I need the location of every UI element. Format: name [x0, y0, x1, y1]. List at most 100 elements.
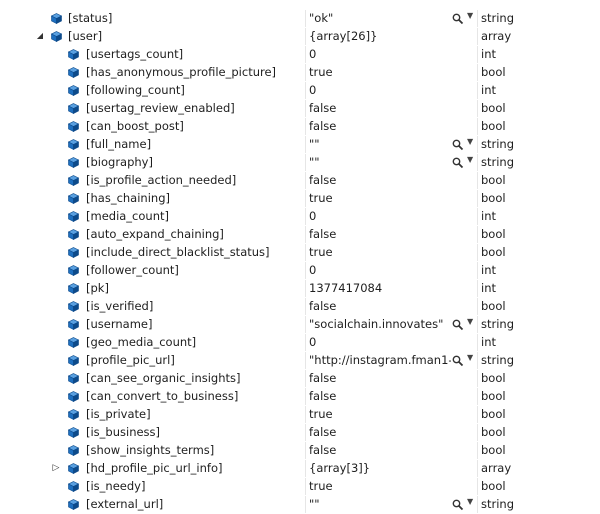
text-visualizer-button[interactable]: ▼	[452, 11, 476, 25]
column-divider	[305, 478, 306, 495]
expand-toggle-expanded-icon[interactable]: ◢	[35, 31, 45, 41]
field-value[interactable]: false	[309, 299, 451, 313]
field-value[interactable]: ""	[309, 497, 451, 511]
field-icon	[68, 499, 79, 510]
field-value[interactable]: 0	[309, 263, 451, 277]
watch-row[interactable]: [following_count] 0 int	[0, 82, 600, 100]
field-type: int	[481, 281, 496, 295]
watch-row[interactable]: [is_private] true bool	[0, 406, 600, 424]
watch-row[interactable]: [is_verified] false bool	[0, 298, 600, 316]
watch-row[interactable]: [biography] "" ▼ string	[0, 154, 600, 172]
field-value[interactable]: ""	[309, 155, 451, 169]
field-value[interactable]: false	[309, 119, 451, 133]
column-divider	[305, 370, 306, 387]
watch-row[interactable]: [profile_pic_url] "http://instagram.fman1…	[0, 352, 600, 370]
field-value[interactable]: "ok"	[309, 11, 451, 25]
magnifier-icon	[452, 13, 464, 25]
field-icon	[68, 265, 79, 276]
watch-row[interactable]: [geo_media_count] 0 int	[0, 334, 600, 352]
column-divider	[305, 208, 306, 225]
field-value[interactable]: false	[309, 389, 451, 403]
watch-row[interactable]: [is_profile_action_needed] false bool	[0, 172, 600, 190]
watch-row[interactable]: ◢ [user] {array[26]} array	[0, 28, 600, 46]
column-divider	[305, 118, 306, 135]
watch-row[interactable]: [follower_count] 0 int	[0, 262, 600, 280]
watch-row[interactable]: [usertag_review_enabled] false bool	[0, 100, 600, 118]
field-value[interactable]: false	[309, 227, 451, 241]
field-value[interactable]: {array[26]}	[309, 29, 451, 43]
watch-row[interactable]: [is_needy] true bool	[0, 478, 600, 496]
watch-row[interactable]: [show_insights_terms] false bool	[0, 442, 600, 460]
watch-row[interactable]: [has_anonymous_profile_picture] true bool	[0, 64, 600, 82]
watch-row[interactable]: [username] "socialchain.innovates" ▼ string	[0, 316, 600, 334]
field-icon	[68, 355, 79, 366]
field-value[interactable]: 0	[309, 47, 451, 61]
field-icon	[68, 175, 79, 186]
text-visualizer-button[interactable]: ▼	[452, 155, 476, 169]
watch-row[interactable]: [include_direct_blacklist_status] true boo…	[0, 244, 600, 262]
column-divider	[477, 280, 478, 297]
field-value[interactable]: {array[3]}	[309, 461, 451, 475]
field-value[interactable]: false	[309, 101, 451, 115]
text-visualizer-button[interactable]: ▼	[452, 317, 476, 331]
field-value[interactable]: false	[309, 371, 451, 385]
field-value[interactable]: ""	[309, 137, 451, 151]
watch-row[interactable]: [status] "ok" ▼ string	[0, 10, 600, 28]
field-name: [has_anonymous_profile_picture]	[86, 65, 277, 79]
field-icon	[68, 229, 79, 240]
watch-row[interactable]: [external_url] "" ▼ string	[0, 496, 600, 514]
field-icon	[68, 463, 79, 474]
text-visualizer-button[interactable]: ▼	[452, 353, 476, 367]
watch-row[interactable]: [full_name] "" ▼ string	[0, 136, 600, 154]
column-divider	[305, 424, 306, 441]
watch-row[interactable]: [pk] 1377417084 int	[0, 280, 600, 298]
field-value[interactable]: true	[309, 191, 451, 205]
watch-row[interactable]: [usertags_count] 0 int	[0, 46, 600, 64]
field-value[interactable]: "socialchain.innovates"	[309, 317, 451, 331]
field-type: bool	[481, 245, 506, 259]
field-type: int	[481, 209, 496, 223]
field-value[interactable]: 1377417084	[309, 281, 451, 295]
field-value[interactable]: "http://instagram.fman1-1	[309, 353, 451, 367]
watch-row[interactable]: [is_business] false bool	[0, 424, 600, 442]
field-value[interactable]: false	[309, 173, 451, 187]
column-divider	[305, 460, 306, 477]
field-value[interactable]: false	[309, 443, 451, 457]
column-divider	[305, 46, 306, 63]
column-divider	[305, 64, 306, 81]
field-value[interactable]: 0	[309, 335, 451, 349]
field-type: bool	[481, 299, 506, 313]
field-value[interactable]: true	[309, 245, 451, 259]
column-divider	[305, 190, 306, 207]
field-icon	[68, 373, 79, 384]
field-name: [usertags_count]	[86, 47, 184, 61]
field-value[interactable]: 0	[309, 83, 451, 97]
watch-row[interactable]: [can_see_organic_insights] false bool	[0, 370, 600, 388]
field-icon	[68, 121, 79, 132]
magnifier-icon	[452, 139, 464, 151]
watch-row[interactable]: [has_chaining] true bool	[0, 190, 600, 208]
watch-row[interactable]: [can_convert_to_business] false bool	[0, 388, 600, 406]
chevron-down-icon: ▼	[467, 11, 474, 20]
field-icon	[68, 67, 79, 78]
field-value[interactable]: 0	[309, 209, 451, 223]
watch-row[interactable]: [media_count] 0 int	[0, 208, 600, 226]
column-divider	[477, 172, 478, 189]
watch-row[interactable]: [auto_expand_chaining] false bool	[0, 226, 600, 244]
watch-row[interactable]: ▷ [hd_profile_pic_url_info] {array[3]} arra…	[0, 460, 600, 478]
field-type: bool	[481, 443, 506, 457]
field-value[interactable]: true	[309, 479, 451, 493]
field-value[interactable]: true	[309, 65, 451, 79]
expand-toggle-collapsed-icon[interactable]: ▷	[51, 463, 61, 473]
field-value[interactable]: false	[309, 425, 451, 439]
column-divider	[477, 226, 478, 243]
watch-row[interactable]: [can_boost_post] false bool	[0, 118, 600, 136]
field-value[interactable]: true	[309, 407, 451, 421]
column-divider	[305, 316, 306, 333]
field-icon	[68, 85, 79, 96]
text-visualizer-button[interactable]: ▼	[452, 497, 476, 511]
text-visualizer-button[interactable]: ▼	[452, 137, 476, 151]
field-type: string	[481, 353, 515, 367]
field-type: int	[481, 335, 496, 349]
column-divider	[305, 388, 306, 405]
